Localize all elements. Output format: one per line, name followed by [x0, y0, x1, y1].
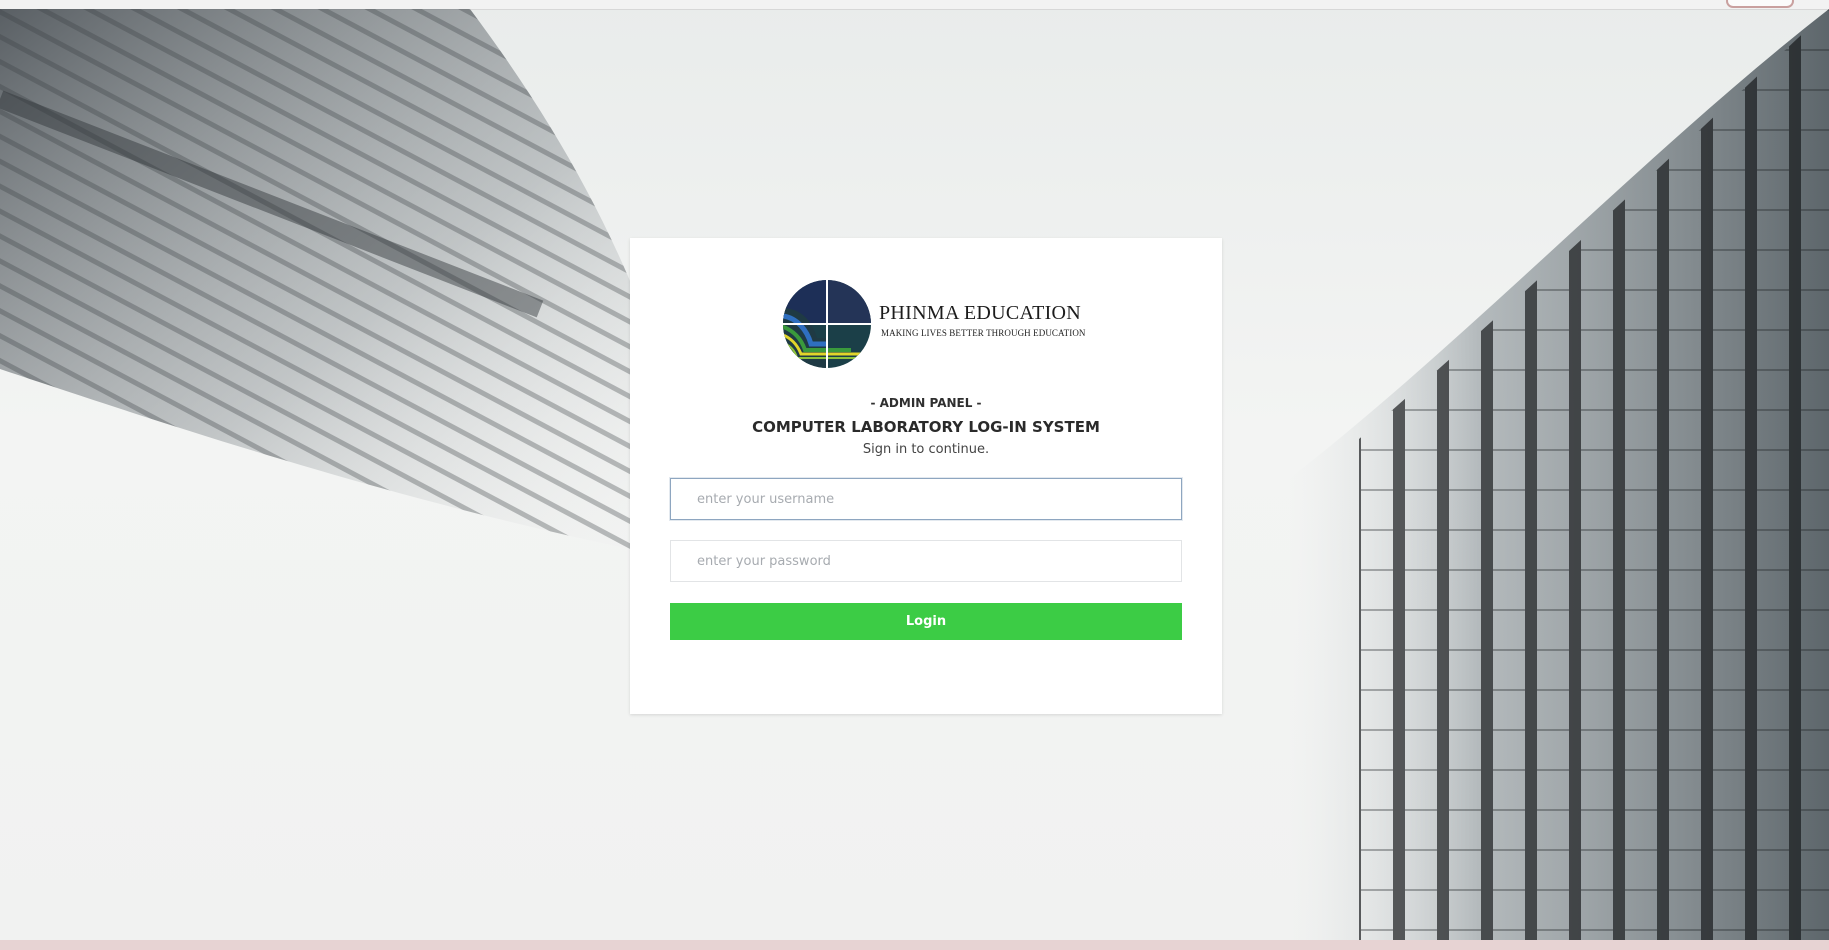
background-building-left — [0, 9, 680, 559]
login-card: PHINMA EDUCATION MAKING LIVES BETTER THR… — [630, 238, 1222, 714]
page-background: PHINMA EDUCATION MAKING LIVES BETTER THR… — [0, 0, 1829, 950]
top-right-control — [1726, 0, 1794, 8]
login-button[interactable]: Login — [670, 603, 1182, 640]
phinma-logo: PHINMA EDUCATION MAKING LIVES BETTER THR… — [781, 278, 1085, 372]
password-input[interactable] — [670, 540, 1182, 582]
signin-subtitle: Sign in to continue. — [862, 442, 990, 457]
page-title: COMPUTER LABORATORY LOG-IN SYSTEM — [752, 418, 1100, 436]
brand-name: PHINMA EDUCATION — [879, 302, 1082, 324]
background-building-right — [1289, 9, 1829, 940]
admin-panel-label: - ADMIN PANEL - — [870, 396, 982, 410]
phinma-globe-icon — [783, 280, 871, 368]
browser-bottom-edge — [0, 940, 1829, 950]
brand-tagline: MAKING LIVES BETTER THROUGH EDUCATION — [881, 328, 1086, 338]
username-input[interactable] — [670, 478, 1182, 520]
